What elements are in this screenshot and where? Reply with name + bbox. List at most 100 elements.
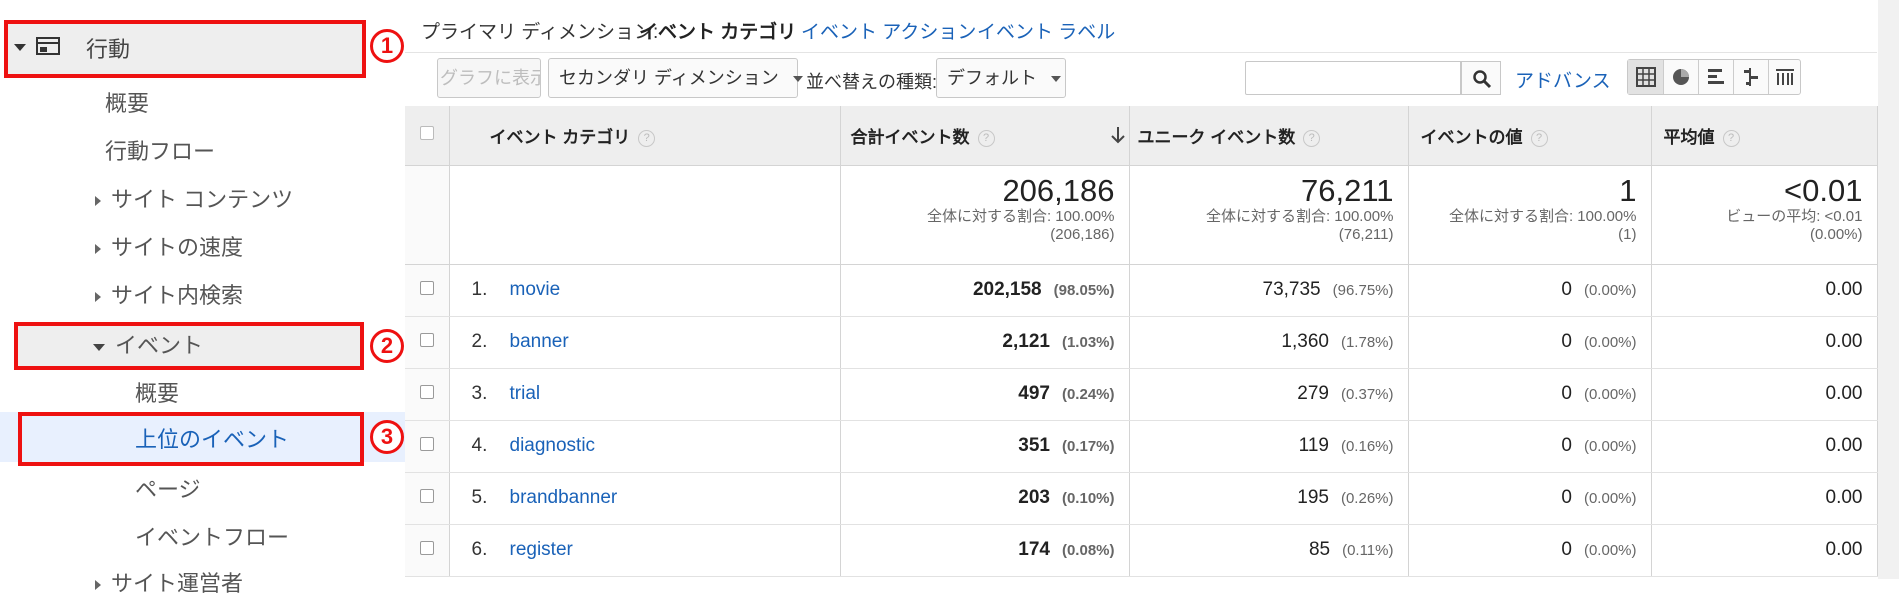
event-value: 0 xyxy=(1561,331,1572,352)
event-value-pct: (0.00%) xyxy=(1583,334,1637,351)
total-sub: 全体に対する割合: 100.00% xyxy=(1205,207,1394,225)
sidebar-item-publisher[interactable]: サイト運営者 xyxy=(95,566,243,598)
pie-view-button[interactable] xyxy=(1663,60,1699,94)
unique-events-value: 85 xyxy=(1308,539,1331,560)
row-select-cell xyxy=(405,368,450,421)
header-total-events[interactable]: 合計イベント数? xyxy=(840,106,1130,166)
table-header-row: イベント カテゴリ? 合計イベント数? ユニーク イベント数? イベントの値? … xyxy=(405,106,1878,166)
row-checkbox[interactable] xyxy=(419,437,434,451)
sidebar-item-site-speed[interactable]: サイトの速度 xyxy=(95,230,243,262)
event-value-pct: (0.00%) xyxy=(1583,386,1637,403)
sidebar-item-site-content[interactable]: サイト コンテンツ xyxy=(95,182,293,214)
event-value-pct: (0.00%) xyxy=(1583,282,1637,299)
total-value: 76,211 xyxy=(1300,172,1394,208)
header-unique-events[interactable]: ユニーク イベント数? xyxy=(1129,106,1409,166)
category-cell: 2. banner xyxy=(449,316,841,369)
sort-dropdown[interactable]: デフォルト xyxy=(936,58,1066,98)
help-icon[interactable]: ? xyxy=(977,129,995,147)
annotation-box-1 xyxy=(4,20,366,78)
select-all-checkbox[interactable] xyxy=(419,126,434,141)
event-value-cell: 0 (0.00%) xyxy=(1408,472,1652,525)
totals-empty-cell xyxy=(405,165,450,265)
category-cell: 5. brandbanner xyxy=(449,472,841,525)
caret-right-icon xyxy=(95,196,101,207)
search-input[interactable] xyxy=(1245,61,1461,95)
total-events-cell: 351 (0.17%) xyxy=(840,420,1130,473)
table-view-button[interactable] xyxy=(1628,60,1664,94)
annotation-number-1: 1 xyxy=(370,29,404,63)
row-select-cell xyxy=(405,264,450,317)
table-row: 3. trial 497 (0.24%) 279 (0.37%) 0 (0.00%) 0.00 xyxy=(405,368,1878,421)
graph-button[interactable]: グラフに表示 xyxy=(437,58,541,98)
table-row: 6. register 174 (0.08%) 85 (0.11%) 0 (0.00%) 0.0… xyxy=(405,524,1878,577)
row-checkbox[interactable] xyxy=(419,385,434,399)
header-label: 平均値 xyxy=(1663,127,1715,147)
total-value: <0.01 xyxy=(1784,172,1863,208)
sidebar-item-site-search[interactable]: サイト内検索 xyxy=(95,278,243,310)
event-value-cell: 0 (0.00%) xyxy=(1408,368,1652,421)
table-row: 2. banner 2,121 (1.03%) 1,360 (1.78%) 0 (0.00%)… xyxy=(405,316,1878,369)
total-events-pct: (0.24%) xyxy=(1061,386,1115,403)
total-events-total: 206,186 全体に対する割合: 100.00% (206,186) xyxy=(840,165,1130,265)
sidebar-item-events-overview[interactable]: 概要 xyxy=(135,376,179,408)
sidebar-item-behavior-flow[interactable]: 行動フロー xyxy=(105,134,215,166)
event-category-link[interactable]: movie xyxy=(510,279,561,300)
pie-view-icon xyxy=(1673,69,1689,85)
header-event-value[interactable]: イベントの値? xyxy=(1408,106,1652,166)
header-label: ユニーク イベント数 xyxy=(1137,127,1296,147)
unique-events-pct: (1.78%) xyxy=(1340,334,1394,351)
header-label: 合計イベント数 xyxy=(850,127,970,147)
event-category-link[interactable]: trial xyxy=(510,383,541,404)
caret-right-icon xyxy=(95,292,101,303)
caret-right-icon xyxy=(95,580,101,591)
event-value: 0 xyxy=(1561,383,1572,404)
comparison-view-button[interactable] xyxy=(1733,60,1769,94)
total-events-cell: 2,121 (1.03%) xyxy=(840,316,1130,369)
sidebar-item-pages[interactable]: ページ xyxy=(135,472,201,504)
total-events-value: 2,121 xyxy=(1002,331,1050,352)
event-category-link[interactable]: brandbanner xyxy=(510,487,618,508)
event-value: 0 xyxy=(1561,279,1572,300)
search-icon xyxy=(1473,70,1492,89)
row-checkbox[interactable] xyxy=(419,489,434,503)
primary-dimension-current: イベント カテゴリ xyxy=(639,22,797,43)
event-category-link[interactable]: banner xyxy=(510,331,569,352)
row-checkbox[interactable] xyxy=(419,541,434,555)
event-value: 0 xyxy=(1561,435,1572,456)
event-category-link[interactable]: register xyxy=(510,539,573,560)
help-icon[interactable]: ? xyxy=(1530,129,1548,147)
help-icon[interactable]: ? xyxy=(1722,129,1740,147)
unique-events-value: 1,360 xyxy=(1281,331,1329,352)
secondary-dimension-dropdown[interactable]: セカンダリ ディメンション xyxy=(548,58,803,98)
help-icon[interactable]: ? xyxy=(1303,129,1321,147)
event-category-link[interactable]: diagnostic xyxy=(510,435,596,456)
row-checkbox[interactable] xyxy=(419,333,434,347)
row-checkbox[interactable] xyxy=(419,281,434,295)
total-sub: (1) xyxy=(1618,225,1637,243)
advanced-link[interactable]: アドバンス xyxy=(1515,66,1611,93)
primary-dimension-event-label[interactable]: イベント ラベル xyxy=(977,17,1115,44)
avg-value: 0.00 xyxy=(1825,279,1863,300)
help-icon[interactable]: ? xyxy=(638,129,656,147)
total-events-value: 203 xyxy=(1018,487,1050,508)
caret-right-icon xyxy=(95,244,101,255)
search-button[interactable] xyxy=(1461,61,1501,95)
primary-dimension-event-action[interactable]: イベント アクション xyxy=(801,17,976,44)
total-events-pct: (1.03%) xyxy=(1061,334,1115,351)
performance-view-button[interactable] xyxy=(1698,60,1734,94)
total-sub: 全体に対する割合: 100.00% xyxy=(926,207,1115,225)
avg-value: 0.00 xyxy=(1825,539,1863,560)
header-event-category[interactable]: イベント カテゴリ? xyxy=(449,106,841,166)
unique-events-total: 76,211 全体に対する割合: 100.00% (76,211) xyxy=(1129,165,1409,265)
row-rank: 5. xyxy=(471,487,488,508)
sidebar-item-overview[interactable]: 概要 xyxy=(105,86,149,118)
total-value: 206,186 xyxy=(1002,172,1115,208)
row-rank: 4. xyxy=(471,435,488,456)
event-value: 0 xyxy=(1561,539,1572,560)
sidebar-item-events-flow[interactable]: イベントフロー xyxy=(135,520,289,552)
unique-events-pct: (0.16%) xyxy=(1340,438,1394,455)
total-events-value: 497 xyxy=(1018,383,1050,404)
header-avg-value[interactable]: 平均値? xyxy=(1651,106,1878,166)
avg-value-cell: 0.00 xyxy=(1651,420,1878,473)
pivot-view-button[interactable] xyxy=(1768,60,1801,94)
